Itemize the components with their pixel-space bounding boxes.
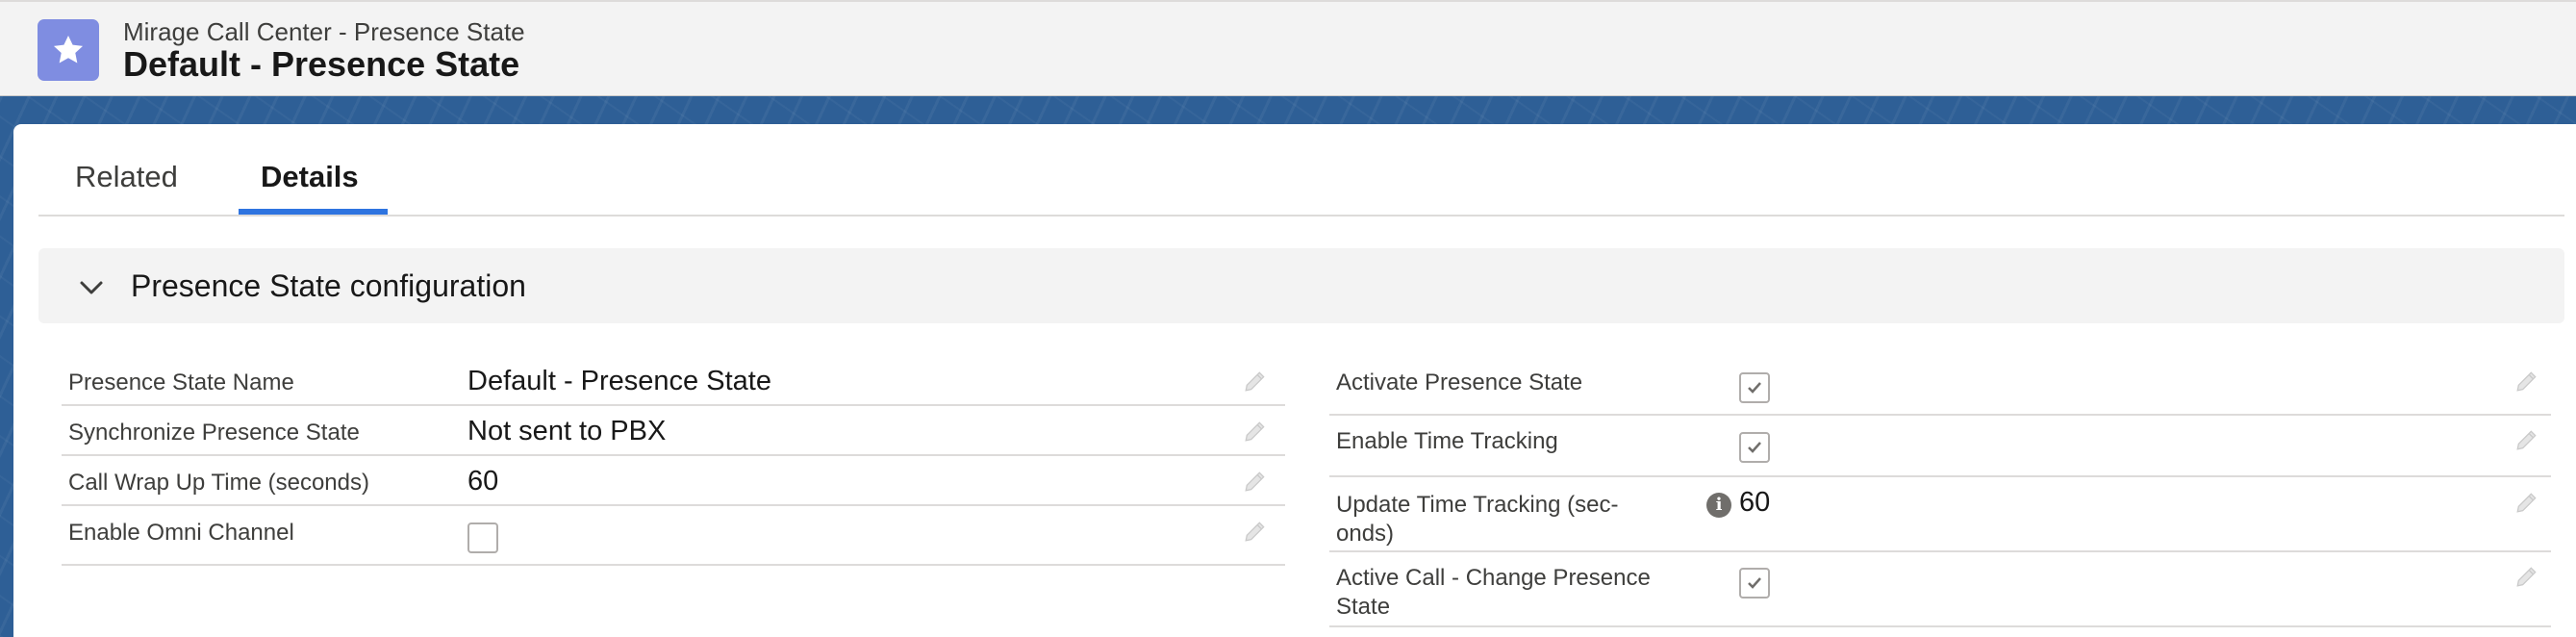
field-label: Active Call - Change Presence State: [1336, 564, 1651, 622]
field-enable-time-tracking: Enable Time Tracking: [1329, 416, 2551, 477]
chevron-down-icon: [80, 281, 103, 294]
field-enable-omni-channel: Enable Omni Channel: [62, 506, 1285, 566]
field-synchronize-presence-state: Synchronize Presence State Not sent to P…: [62, 406, 1285, 456]
field-activate-presence-state: Activate Presence State: [1329, 356, 2551, 416]
field-value: 60: [1739, 487, 1771, 518]
field-label: Enable Time Tracking: [1336, 428, 1558, 454]
active-call-checkbox[interactable]: [1739, 568, 1770, 599]
field-label-line: onds): [1336, 521, 1395, 547]
check-icon: [1748, 577, 1761, 589]
info-icon[interactable]: i: [1706, 493, 1731, 518]
field-label: Update Time Tracking (sec- onds): [1336, 491, 1618, 548]
tab-details[interactable]: Details: [261, 160, 359, 194]
field-label: Presence State Name: [68, 369, 294, 395]
activate-presence-checkbox[interactable]: [1739, 372, 1770, 403]
section-title: Presence State configuration: [131, 268, 526, 303]
pencil-icon[interactable]: [2514, 427, 2539, 452]
field-presence-state-name: Presence State Name Default - Presence S…: [62, 356, 1285, 406]
field-label-line: Update Time Tracking (sec-: [1336, 492, 1619, 518]
record-title: Default - Presence State: [123, 44, 520, 84]
field-label-line: Active Call - Change Presence: [1336, 565, 1651, 591]
omni-channel-checkbox[interactable]: [467, 522, 498, 553]
check-icon: [1748, 442, 1761, 453]
field-value: Not sent to PBX: [467, 416, 667, 446]
field-active-call-change-presence: Active Call - Change Presence State: [1329, 552, 2551, 627]
star-icon: [38, 19, 99, 81]
field-label: Call Wrap Up Time (seconds): [68, 470, 369, 496]
field-value: Default - Presence State: [467, 366, 771, 396]
check-icon: [1748, 382, 1761, 394]
field-call-wrap-up-time: Call Wrap Up Time (seconds) 60: [62, 456, 1285, 506]
pencil-icon[interactable]: [1243, 369, 1268, 394]
section-header[interactable]: Presence State configuration: [38, 248, 2564, 323]
pencil-icon[interactable]: [2514, 490, 2539, 515]
field-label: Enable Omni Channel: [68, 520, 294, 546]
field-label: Synchronize Presence State: [68, 420, 360, 446]
pencil-icon[interactable]: [1243, 419, 1268, 444]
field-label: Activate Presence State: [1336, 369, 1583, 395]
field-label-line: State: [1336, 594, 1391, 620]
pencil-icon[interactable]: [2514, 564, 2539, 589]
tab-bar: Related Details: [38, 124, 2564, 217]
record-type-label: Mirage Call Center - Presence State: [123, 17, 525, 46]
active-tab-indicator: [239, 209, 388, 215]
record-header: Mirage Call Center - Presence State Defa…: [0, 0, 2576, 96]
pencil-icon[interactable]: [1243, 469, 1268, 494]
pencil-icon[interactable]: [2514, 369, 2539, 394]
pencil-icon[interactable]: [1243, 519, 1268, 544]
detail-card: Related Details Presence State configura…: [13, 124, 2576, 637]
field-update-time-tracking: Update Time Tracking (sec- onds) i 60: [1329, 477, 2551, 552]
tab-related[interactable]: Related: [75, 160, 178, 194]
time-tracking-checkbox[interactable]: [1739, 432, 1770, 463]
field-value: 60: [467, 466, 499, 497]
